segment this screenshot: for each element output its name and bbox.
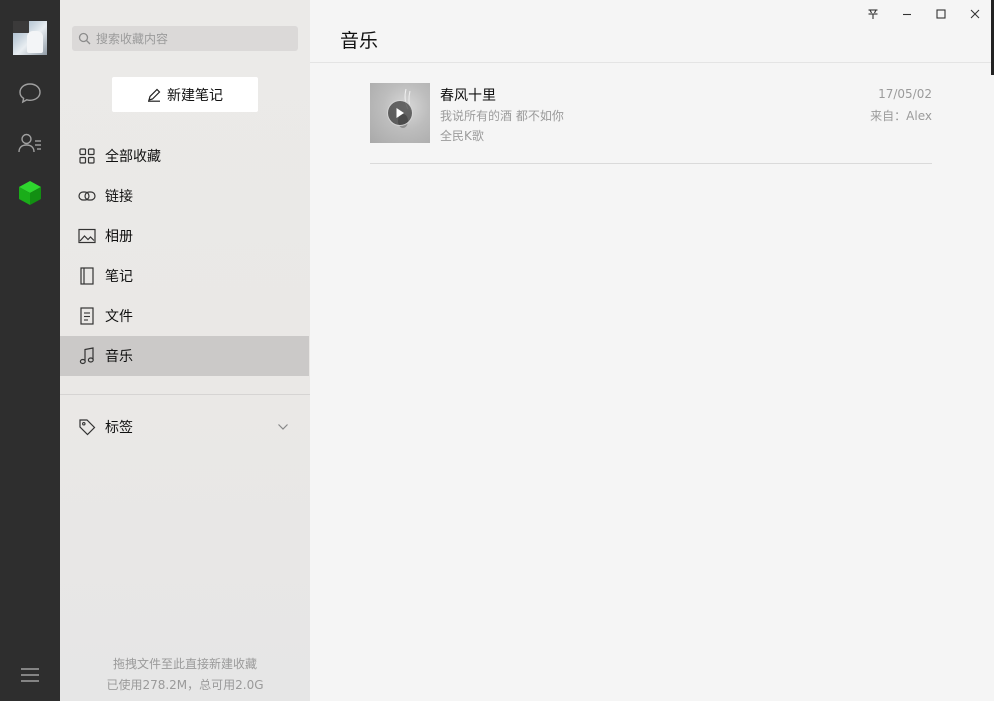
- file-icon: [78, 307, 96, 325]
- page-title: 音乐: [340, 30, 379, 52]
- storage-usage-text: 已使用278.2M，总可用2.0G: [106, 678, 264, 692]
- sidebar-item-album[interactable]: 相册: [60, 216, 309, 256]
- song-source: 全民K歌: [440, 129, 484, 143]
- minimize-icon[interactable]: [897, 5, 917, 23]
- new-note-button[interactable]: 新建笔记: [112, 77, 258, 112]
- contacts-icon[interactable]: [16, 129, 44, 157]
- grid-icon: [78, 147, 96, 165]
- pin-icon[interactable]: [863, 5, 883, 23]
- music-item[interactable]: 春风十里 我说所有的酒 都不如你 全民K歌 17/05/02 来自：Alex: [370, 83, 932, 164]
- tag-icon: [78, 418, 96, 436]
- sidebar-item-files[interactable]: 文件: [60, 296, 309, 336]
- sidebar-item-label: 链接: [105, 189, 133, 205]
- avatar[interactable]: [13, 21, 47, 55]
- album-cover: [370, 83, 430, 143]
- link-icon: [78, 187, 96, 205]
- sidebar-item-label: 文件: [105, 309, 133, 325]
- sidebar-item-music[interactable]: 音乐: [60, 336, 309, 376]
- saved-date: 17/05/02: [878, 87, 932, 101]
- music-note-icon: [78, 347, 96, 365]
- sidebar-item-tags[interactable]: 标签: [60, 407, 309, 447]
- search-box[interactable]: [72, 26, 298, 51]
- image-icon: [78, 227, 96, 245]
- play-icon: [396, 108, 404, 118]
- play-button[interactable]: [387, 100, 413, 126]
- sidebar-item-label: 笔记: [105, 269, 133, 285]
- sidebar-item-links[interactable]: 链接: [60, 176, 309, 216]
- sidebar-item-notes[interactable]: 笔记: [60, 256, 309, 296]
- main-header: 音乐: [310, 0, 994, 63]
- tags-label: 标签: [105, 420, 133, 436]
- search-icon: [78, 32, 91, 45]
- sidebar-item-label: 全部收藏: [105, 149, 161, 165]
- maximize-icon[interactable]: [931, 5, 951, 23]
- chat-icon[interactable]: [16, 79, 44, 107]
- saved-from: 来自：Alex: [870, 109, 932, 123]
- search-input[interactable]: [96, 31, 286, 46]
- favorites-sidebar: 新建笔记 全部收藏 链接 相册: [60, 0, 310, 701]
- sidebar-item-label: 音乐: [105, 349, 133, 365]
- song-subtitle: 我说所有的酒 都不如你: [440, 109, 564, 123]
- new-note-label: 新建笔记: [167, 87, 223, 104]
- notebook-icon: [78, 267, 96, 285]
- main-content: 音乐 春风十里 我说所有的酒 都不如你 全民K歌 17/05/02 来自：Ale…: [310, 0, 994, 701]
- song-title: 春风十里: [440, 88, 496, 104]
- close-icon[interactable]: [965, 5, 985, 23]
- favorites-cube-icon[interactable]: [16, 179, 44, 207]
- chevron-down-icon[interactable]: [277, 407, 289, 447]
- sidebar-item-label: 相册: [105, 229, 133, 245]
- hamburger-menu-icon[interactable]: [16, 661, 44, 689]
- sidebar-item-all[interactable]: 全部收藏: [60, 136, 309, 176]
- sidebar-divider: [60, 394, 310, 395]
- nav-rail: [0, 0, 60, 701]
- pencil-icon: [148, 88, 161, 102]
- drag-hint-text: 拖拽文件至此直接新建收藏: [112, 657, 257, 671]
